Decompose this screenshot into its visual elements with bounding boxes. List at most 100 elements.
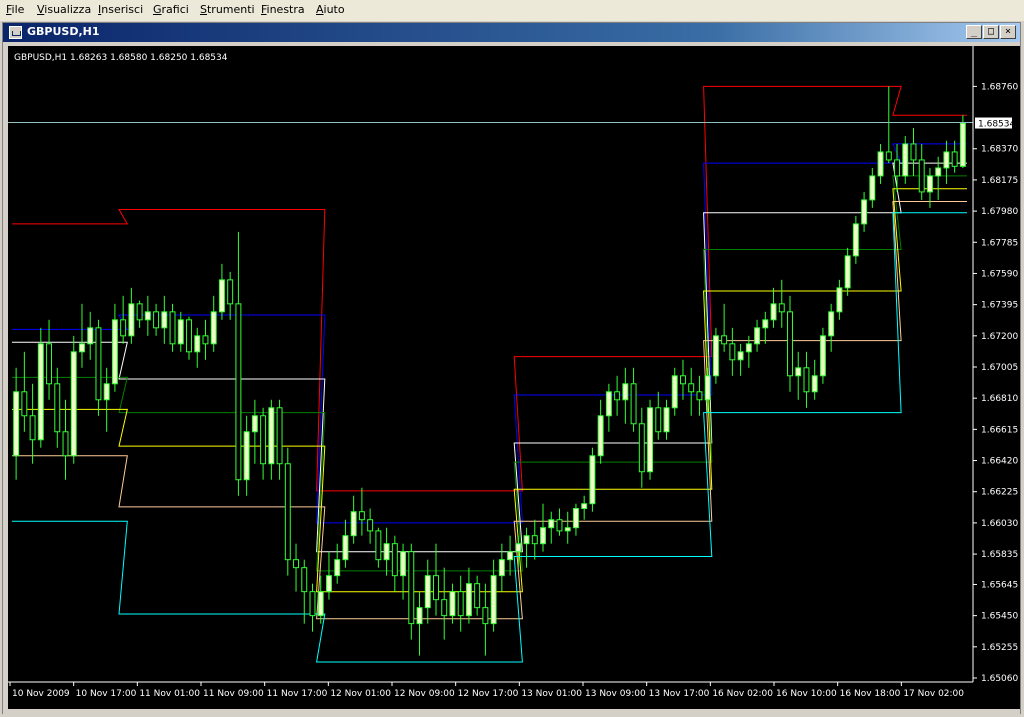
candle-body [515,543,522,553]
maximize-button[interactable]: □ [983,25,999,39]
chart-background [8,46,1020,709]
candle-body [721,335,728,345]
x-tick-label: 16 Nov 02:00 [712,689,773,699]
candle-body [383,543,390,561]
x-tick-label: 13 Nov 09:00 [585,689,646,699]
candle-body [556,519,563,532]
candle-body [778,303,785,313]
candle-body [696,391,703,401]
candle-body [120,319,127,337]
candle-body [589,455,596,505]
y-tick-label: 1.68370 [981,145,1018,155]
candle-body [926,175,933,193]
candle-body [885,151,892,161]
candle-body [770,303,777,321]
candle-body [819,335,826,377]
y-tick-label: 1.66810 [981,394,1018,404]
candle-body [276,407,283,465]
x-tick-label: 12 Nov 17:00 [458,689,519,699]
candle-body [293,559,299,569]
candle-body [877,151,884,177]
candle-body [523,535,530,545]
candle-body [902,143,909,177]
y-tick-label: 1.67980 [981,207,1018,217]
menu-file[interactable]: File [6,3,24,16]
candle-body [729,343,736,361]
candle-body [391,543,398,577]
chart-window-icon[interactable] [9,26,22,39]
menu-grafici[interactable]: Grafici [153,3,189,16]
candle-body [630,383,637,425]
x-tick-label: 12 Nov 01:00 [330,689,391,699]
minimize-button[interactable]: _ [966,25,982,39]
candle-body [457,591,464,617]
candle-body [597,415,604,457]
candle-body [87,327,94,345]
chart-window-title: GBPUSD,H1 [27,25,100,38]
candle-body [202,335,209,345]
candle-body [260,415,267,465]
candle-body [46,343,53,385]
candle-body [251,415,258,433]
candle-body [358,511,365,521]
candle-body [433,575,439,601]
candle-body [21,391,28,417]
candle-body [95,327,102,401]
candle-body [227,279,234,305]
candle-body [325,575,332,593]
candle-body [540,527,546,545]
candle-body [301,567,308,593]
candle-body [317,591,324,617]
candle-body [605,391,612,417]
candle-body [795,367,802,377]
x-tick-label: 11 Nov 17:00 [267,689,328,699]
y-tick-label: 1.67590 [981,269,1018,279]
candle-body [803,367,810,393]
candle-body [416,607,423,625]
candle-body [745,343,752,353]
candle-body [704,375,711,401]
candle-body [375,530,382,561]
menu-bar: File Visualizza Inserisci Grafici Strume… [0,0,1024,22]
menu-aiuto[interactable]: Aiuto [316,3,345,16]
x-tick-label: 11 Nov 09:00 [203,689,264,699]
candle-body [367,519,374,532]
candle-body [400,551,407,577]
candle-body [284,463,291,561]
candle-body [144,311,151,321]
candle-body [943,151,950,169]
menu-inserisci[interactable]: Inserisci [98,3,143,16]
menu-visualizza[interactable]: Visualizza [37,3,91,16]
y-tick-label: 1.66420 [981,457,1018,467]
menu-finestra[interactable]: Finestra [261,3,305,16]
y-tick-label: 1.67200 [981,332,1018,342]
candle-body [136,303,143,321]
x-tick-label: 11 Nov 01:00 [139,689,200,699]
candle-body [951,151,958,167]
candle-body [194,335,201,353]
candle-body [342,535,349,561]
candle-body [29,415,36,441]
chart-window-titlebar[interactable]: GBPUSD,H1 _ □ × [3,23,1020,42]
candle-body [498,559,505,577]
y-tick-label: 1.65255 [981,643,1018,653]
candle-body [894,159,900,177]
y-tick-label: 1.66225 [981,488,1018,498]
menu-strumenti[interactable]: Strumenti [200,3,255,16]
x-tick-label: 12 Nov 09:00 [394,689,455,699]
close-button[interactable]: × [1000,25,1016,39]
candle-body [490,575,497,625]
candle-body [13,391,20,457]
candle-body [169,311,176,345]
candle-body [671,375,678,409]
price-chart[interactable]: 1.68760 1.68370 1.68175 1.67980 1.67785 1.675… [8,46,1020,709]
candle-body [737,351,744,361]
candle-body [474,583,481,609]
y-tick-label: 1.65645 [981,580,1018,590]
candle-body [688,383,695,393]
candle-body [614,391,621,401]
candle-body [334,559,341,577]
candle-body [218,279,225,313]
candle-body [186,319,192,353]
candle-body [828,311,835,337]
